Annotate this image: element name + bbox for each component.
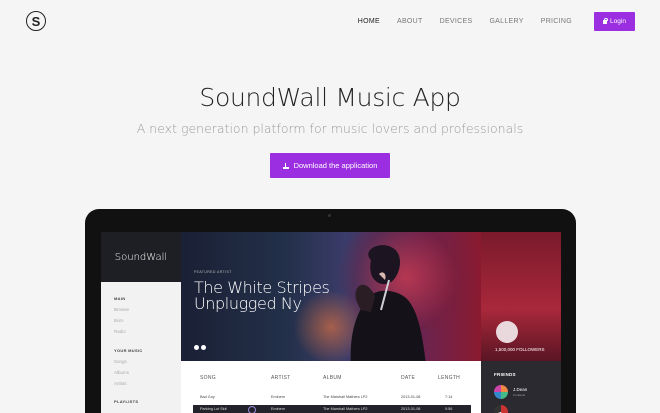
main-nav: HOME ABOUT DEVICES GALLERY PRICING [341, 18, 572, 25]
featured-title-line2: Unplugged Ny [194, 294, 302, 313]
artist-photo [350, 245, 426, 361]
column-header-length[interactable]: LENGTH [438, 375, 460, 381]
followers-count: 1,500,000 FOLLOWERS [495, 347, 545, 352]
date-cell: 2013-01-08 [401, 395, 421, 399]
artist-avatar[interactable] [496, 321, 518, 343]
length-cell: 7:14 [445, 395, 453, 399]
login-label: Login [610, 18, 626, 25]
sidebar-heading-playlists: PLAYLISTS [114, 399, 139, 404]
sidebar-item-artists[interactable]: Artists [114, 381, 127, 386]
table-row[interactable]: Bad Guy Eminem The Marshall Mathers LP2 … [193, 393, 471, 402]
login-button[interactable]: Login [594, 12, 635, 31]
featured-banner[interactable]: FEATURED ARTIST The White Stripes Unplug… [181, 232, 481, 361]
song-cell: Parking Lot Skit [200, 407, 227, 411]
facebook-icon[interactable] [194, 345, 199, 350]
nav-gallery[interactable]: GALLERY [489, 18, 523, 25]
friends-heading: FRIENDS [494, 372, 516, 377]
logo-letter: S [31, 13, 41, 29]
nav-home[interactable]: HOME [358, 18, 380, 25]
download-label: Download the application [293, 161, 378, 170]
table-row[interactable]: Parking Lot Skit Eminem The Marshall Mat… [193, 405, 471, 413]
lock-icon [603, 17, 608, 24]
app-screen: SoundWall MAIN Browse Born Radio YOUR MU… [101, 232, 561, 413]
laptop-mockup: SoundWall MAIN Browse Born Radio YOUR MU… [85, 209, 576, 413]
sidebar-item-born[interactable]: Born [114, 318, 124, 323]
artist-cell: Eminem [271, 407, 285, 411]
sidebar-heading-main: MAIN [114, 296, 126, 301]
date-cell: 2013-01-08 [401, 407, 421, 411]
column-header-album[interactable]: ALBUM [323, 375, 342, 381]
nav-about[interactable]: ABOUT [397, 18, 423, 25]
friend-name[interactable]: J.Dean [513, 387, 527, 392]
page-subtitle: A next generation platform for music lov… [136, 121, 524, 136]
featured-label: FEATURED ARTIST [194, 270, 232, 274]
download-button[interactable]: Download the application [270, 153, 390, 178]
column-header-artist[interactable]: ARTIST [271, 375, 291, 381]
column-header-song[interactable]: SONG [200, 375, 216, 381]
featured-title: The White Stripes Unplugged Ny [194, 280, 330, 313]
play-icon[interactable] [248, 405, 256, 413]
page-title: SoundWall Music App [199, 83, 461, 112]
album-cell: The Marshall Mathers LP2 [323, 395, 368, 399]
nav-devices[interactable]: DEVICES [440, 18, 473, 25]
app-brand: SoundWall [101, 232, 181, 282]
sidebar-item-songs[interactable]: Songs [114, 359, 127, 364]
app-sidebar: SoundWall MAIN Browse Born Radio YOUR MU… [101, 232, 181, 413]
sidebar-item-browse[interactable]: Browse [114, 307, 129, 312]
social-panel: 1,500,000 FOLLOWERS FRIENDS J.Dean 2 Lis… [481, 232, 561, 413]
sidebar-item-albums[interactable]: Albums [114, 370, 129, 375]
nav-pricing[interactable]: PRICING [541, 18, 572, 25]
songs-table: SONG ARTIST ALBUM DATE LENGTH Bad Guy Em… [181, 361, 481, 413]
song-cell: Bad Guy [200, 395, 215, 399]
sidebar-item-radio[interactable]: Radio [114, 329, 126, 334]
friend-avatar[interactable] [494, 405, 508, 413]
logo[interactable]: S [26, 11, 46, 31]
length-cell: 0:56 [445, 407, 453, 411]
sidebar-heading-music: YOUR MUSIC [114, 348, 143, 353]
column-header-date[interactable]: DATE [401, 375, 415, 381]
twitter-icon[interactable] [201, 345, 206, 350]
artist-followers-area [481, 232, 561, 361]
friend-avatar[interactable] [494, 385, 508, 399]
artist-cell: Eminem [271, 395, 285, 399]
friend-status: 2 Listens [513, 393, 526, 397]
album-cell: The Marshall Mathers LP2 [323, 407, 368, 411]
camera-dot [328, 214, 331, 217]
download-icon [282, 162, 289, 169]
